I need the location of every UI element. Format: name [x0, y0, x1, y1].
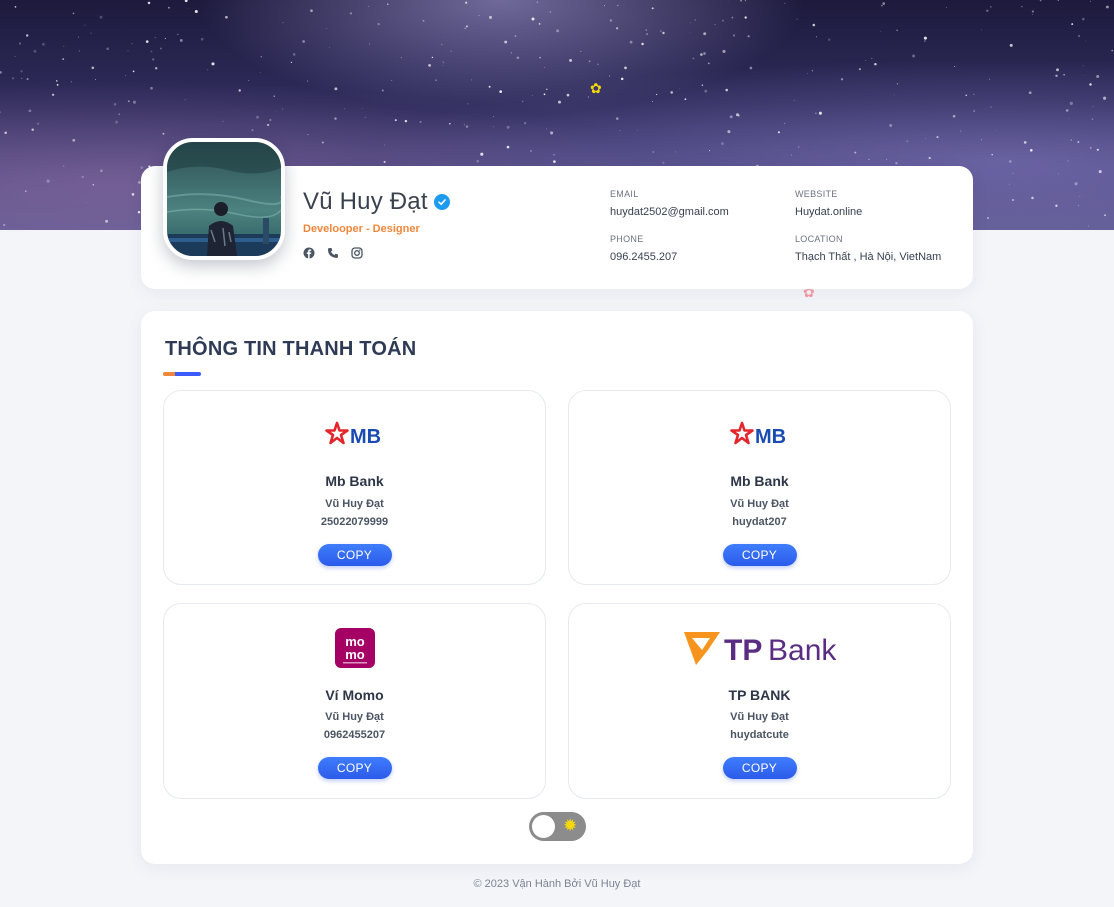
- tpbank-logo: TP Bank: [569, 628, 950, 668]
- account-number: huydat207: [732, 516, 787, 528]
- avatar: [163, 138, 285, 260]
- sun-icon: ✹: [563, 816, 578, 835]
- copy-button[interactable]: COPY: [317, 544, 392, 566]
- email-info: EMAIL huydat2502@gmail.com: [610, 189, 729, 218]
- svg-text:MB: MB: [755, 426, 786, 448]
- website-label: WEBSITE: [795, 189, 838, 199]
- account-owner: Vũ Huy Đạt: [325, 711, 384, 723]
- instagram-icon[interactable]: [351, 247, 363, 259]
- bank-card-mb-2: MB Mb Bank Vũ Huy Đạt huydat207 COPY: [568, 390, 951, 585]
- phone-label: PHONE: [610, 234, 644, 244]
- footer-text: © 2023 Vận Hành Bởi Vũ Huy Đạt: [473, 878, 641, 890]
- bank-card-momo: mo mo Ví Momo Vũ Huy Đạt 0962455207 COPY: [163, 603, 546, 799]
- social-links: [303, 247, 363, 259]
- location-value: Thạch Thất , Hà Nội, VietNam: [795, 251, 942, 263]
- account-number: huydatcute: [730, 729, 789, 741]
- verified-icon: [433, 194, 450, 210]
- title-underline: [163, 372, 201, 376]
- profile-role: Develooper - Designer: [303, 223, 420, 235]
- mb-bank-logo: MB: [164, 421, 545, 449]
- account-owner: Vũ Huy Đạt: [730, 711, 789, 723]
- toggle-knob: [532, 815, 555, 838]
- facebook-icon[interactable]: [303, 247, 315, 259]
- copy-button[interactable]: COPY: [317, 757, 392, 779]
- profile-name: Vũ Huy Đạt: [303, 188, 428, 215]
- bank-name: Mb Bank: [325, 473, 384, 489]
- phone-value[interactable]: 096.2455.207: [610, 251, 677, 263]
- phone-icon[interactable]: [327, 247, 339, 259]
- account-number: 0962455207: [323, 729, 386, 741]
- copy-button[interactable]: COPY: [722, 757, 797, 779]
- theme-toggle[interactable]: ✹: [529, 812, 586, 841]
- bank-card-mb-1: MB Mb Bank Vũ Huy Đạt 25022079999 COPY: [163, 390, 546, 585]
- flower-icon: ✿: [590, 80, 602, 96]
- phone-info: PHONE 096.2455.207: [610, 234, 677, 263]
- account-owner: Vũ Huy Đạt: [325, 498, 384, 510]
- svg-text:TP: TP: [724, 634, 762, 667]
- email-value[interactable]: huydat2502@gmail.com: [610, 206, 729, 218]
- location-info: LOCATION Thạch Thất , Hà Nội, VietNam: [795, 234, 941, 263]
- email-label: EMAIL: [610, 189, 639, 199]
- bank-name: TP BANK: [728, 687, 791, 703]
- svg-text:Bank: Bank: [768, 634, 837, 667]
- bank-name: Ví Momo: [325, 687, 384, 703]
- account-number: 25022079999: [320, 516, 389, 528]
- location-label: LOCATION: [795, 234, 843, 244]
- svg-text:mo: mo: [345, 647, 365, 662]
- bank-name: Mb Bank: [730, 473, 789, 489]
- bank-card-tpbank: TP Bank TP BANK Vũ Huy Đạt huydatcute CO…: [568, 603, 951, 799]
- payment-title: THÔNG TIN THANH TOÁN: [165, 338, 417, 360]
- profile-name-row: Vũ Huy Đạt: [303, 188, 450, 216]
- mb-bank-logo: MB: [569, 421, 950, 449]
- svg-text:MB: MB: [350, 426, 381, 448]
- website-info: WEBSITE Huydat.online: [795, 189, 862, 218]
- copy-button[interactable]: COPY: [722, 544, 797, 566]
- website-value[interactable]: Huydat.online: [795, 206, 862, 218]
- account-owner: Vũ Huy Đạt: [730, 498, 789, 510]
- momo-logo: mo mo: [164, 628, 545, 668]
